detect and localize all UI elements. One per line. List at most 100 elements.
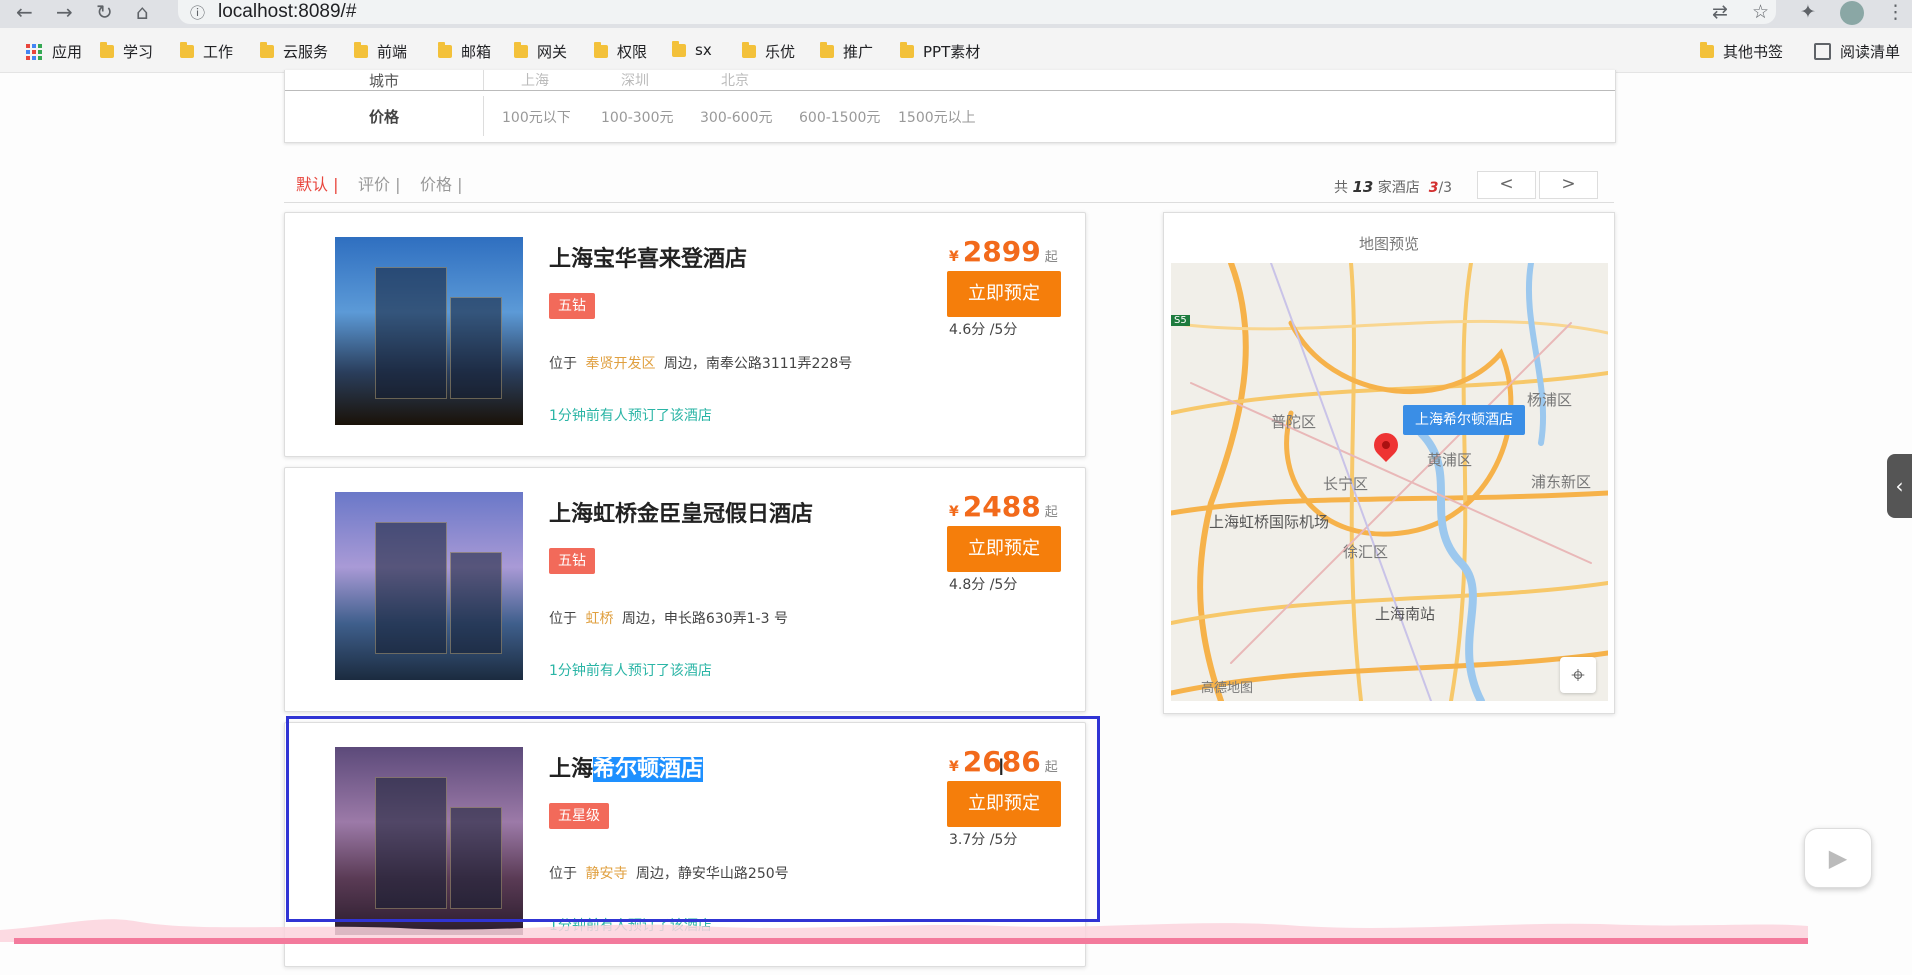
hotel-area-link[interactable]: 奉贤开发区 [585,356,655,372]
price-value: 2899 [962,235,1041,268]
folder-icon [514,42,528,58]
bookmark-item[interactable]: 云服务 [260,41,328,62]
translate-icon[interactable]: ⇄ [1712,1,1728,23]
bookmark-item[interactable]: PPT素材 [900,41,980,62]
price-option[interactable]: 600-1500元 [799,107,880,127]
map-label: 上海南站 [1375,605,1436,623]
divider [483,96,484,136]
chevron-left-icon: ‹ [1895,474,1904,498]
price-suffix: 起 [1044,250,1058,265]
map-view[interactable]: 普陀区 杨浦区 黄浦区 长宁区 浦东新区 上海虹桥国际机场 徐汇区 上海南站 高… [1171,263,1608,701]
price-option[interactable]: 300-600元 [700,107,773,127]
back-icon[interactable]: ← [16,2,33,22]
currency-symbol: ¥ [949,504,959,520]
reload-icon[interactable]: ↻ [96,2,113,22]
sort-price[interactable]: 价格 | [420,171,462,195]
total-count: 13 [1352,178,1374,196]
bookmark-item[interactable]: 推广 [820,41,873,62]
folder-icon [900,42,914,58]
hotel-rating-tag: 五钻 [549,293,595,319]
book-now-button[interactable]: 立即预定 [947,526,1061,572]
price-option[interactable]: 1500元以上 [898,107,976,127]
bookmark-item[interactable]: 工作 [180,41,233,62]
divider [483,70,484,90]
hotel-address: 位于 奉贤开发区 周边，南奉公路3111弄228号 [549,356,853,372]
city-filter-label: 城市 [369,72,400,90]
price-option[interactable]: 100-300元 [601,107,674,127]
price-suffix: 起 [1044,505,1058,520]
folder-icon [672,40,686,57]
prev-page-button[interactable]: < [1477,171,1536,199]
hotel-price: ¥2899 起 [949,235,1058,268]
hotel-photo[interactable] [335,237,523,425]
extensions-icon[interactable]: ✦ [1800,1,1816,23]
video-progress-bar[interactable] [14,938,1808,944]
address-bar[interactable]: ⓘ localhost:8089/# [178,0,1776,24]
bookmark-reading-list[interactable]: 阅读清单 [1814,41,1900,62]
map-attribution: 高德地图 [1201,681,1254,696]
building-shape [450,552,502,654]
menu-icon[interactable]: ⋮ [1886,1,1905,23]
bookmark-item[interactable]: 权限 [594,41,647,62]
city-option[interactable]: 北京 [721,70,749,90]
forward-icon[interactable]: → [56,2,73,22]
play-icon: ▶ [1828,844,1848,872]
folder-icon [180,42,194,58]
bookmark-item[interactable]: 邮箱 [438,41,491,62]
hotel-card[interactable]: 上海虹桥金臣皇冠假日酒店 五钻 位于 虹桥 周边，申长路630弄1-3 号 1分… [284,467,1086,712]
sort-default[interactable]: 默认 | [296,171,338,195]
star-icon[interactable]: ☆ [1752,1,1769,23]
profile-avatar[interactable] [1840,1,1864,25]
sort-rating[interactable]: 评价 | [358,171,400,195]
url-text[interactable]: localhost:8089/# [218,1,356,23]
text-cursor-icon: I [998,756,1005,781]
sort-bar: 默认 | 评价 | 价格 | 共 13 家酒店 3/3 < > [284,168,1614,203]
map-label: 长宁区 [1323,475,1369,493]
audio-waveform [0,919,1808,942]
hotel-address: 位于 虹桥 周边，申长路630弄1-3 号 [549,611,788,627]
play-button[interactable]: ▶ [1804,828,1872,888]
hotel-card[interactable]: 上海宝华喜来登酒店 五钻 位于 奉贤开发区 周边，南奉公路3111弄228号 1… [284,212,1086,457]
next-page-button[interactable]: > [1539,171,1598,199]
map-label: 上海虹桥国际机场 [1209,513,1330,531]
folder-icon [100,42,114,58]
hotel-name[interactable]: 上海宝华喜来登酒店 [549,241,747,273]
book-now-button[interactable]: 立即预定 [947,271,1061,317]
folder-icon [742,42,756,58]
price-option[interactable]: 100元以下 [502,107,571,127]
bookmark-item[interactable]: 网关 [514,41,567,62]
map-marker-label[interactable]: 上海希尔顿酒店 [1403,405,1525,435]
hotel-area-link[interactable]: 虹桥 [585,611,613,627]
hotel-name[interactable]: 上海虹桥金臣皇冠假日酒店 [549,496,813,528]
locate-icon[interactable]: ⌖ [1560,657,1596,693]
folder-icon [438,42,452,58]
bookmark-item[interactable]: 乐优 [742,41,795,62]
city-option[interactable]: 深圳 [621,70,649,90]
bookmarks-bar: 应用 学习 工作 云服务 前端 邮箱 网关 权限 sx 乐优 推广 PPT素材 其他书签 阅读清单 [0,28,1912,73]
folder-icon [594,42,608,58]
recent-booking-note: 1分钟前有人预订了该酒店 [549,663,712,679]
result-count: 共 13 家酒店 3/3 [1334,178,1453,196]
map-panel: 地图预览 普陀区 杨浦区 黄浦区 长宁区 浦东新区 上海虹桥国际机场 徐汇区 上… [1163,212,1615,714]
price-value: 2488 [962,490,1041,523]
hotel-photo[interactable] [335,492,523,680]
map-label: 浦东新区 [1531,473,1592,491]
bookmark-other[interactable]: 其他书签 [1700,41,1783,62]
city-filter-row: 城市 上海 深圳 北京 [285,70,1615,91]
site-info-icon[interactable]: ⓘ [190,2,205,23]
bookmark-item[interactable]: 应用 [26,41,82,62]
bookmark-item[interactable]: 学习 [100,41,153,62]
hotel-rating-tag: 五钻 [549,548,595,574]
city-option[interactable]: 上海 [521,70,549,90]
highway-shield: S5 [1171,315,1190,326]
building-shape [450,297,502,399]
bookmark-item[interactable]: 前端 [354,41,407,62]
building-shape [375,267,447,399]
collapse-tab[interactable]: ‹ [1887,454,1912,518]
recent-booking-note: 1分钟前有人预订了该酒店 [549,408,712,424]
folder-icon [1700,42,1714,58]
reading-list-icon [1814,43,1831,60]
home-icon[interactable]: ⌂ [136,2,149,22]
hotel-price: ¥2488 起 [949,490,1058,523]
bookmark-item[interactable]: sx [672,40,712,59]
